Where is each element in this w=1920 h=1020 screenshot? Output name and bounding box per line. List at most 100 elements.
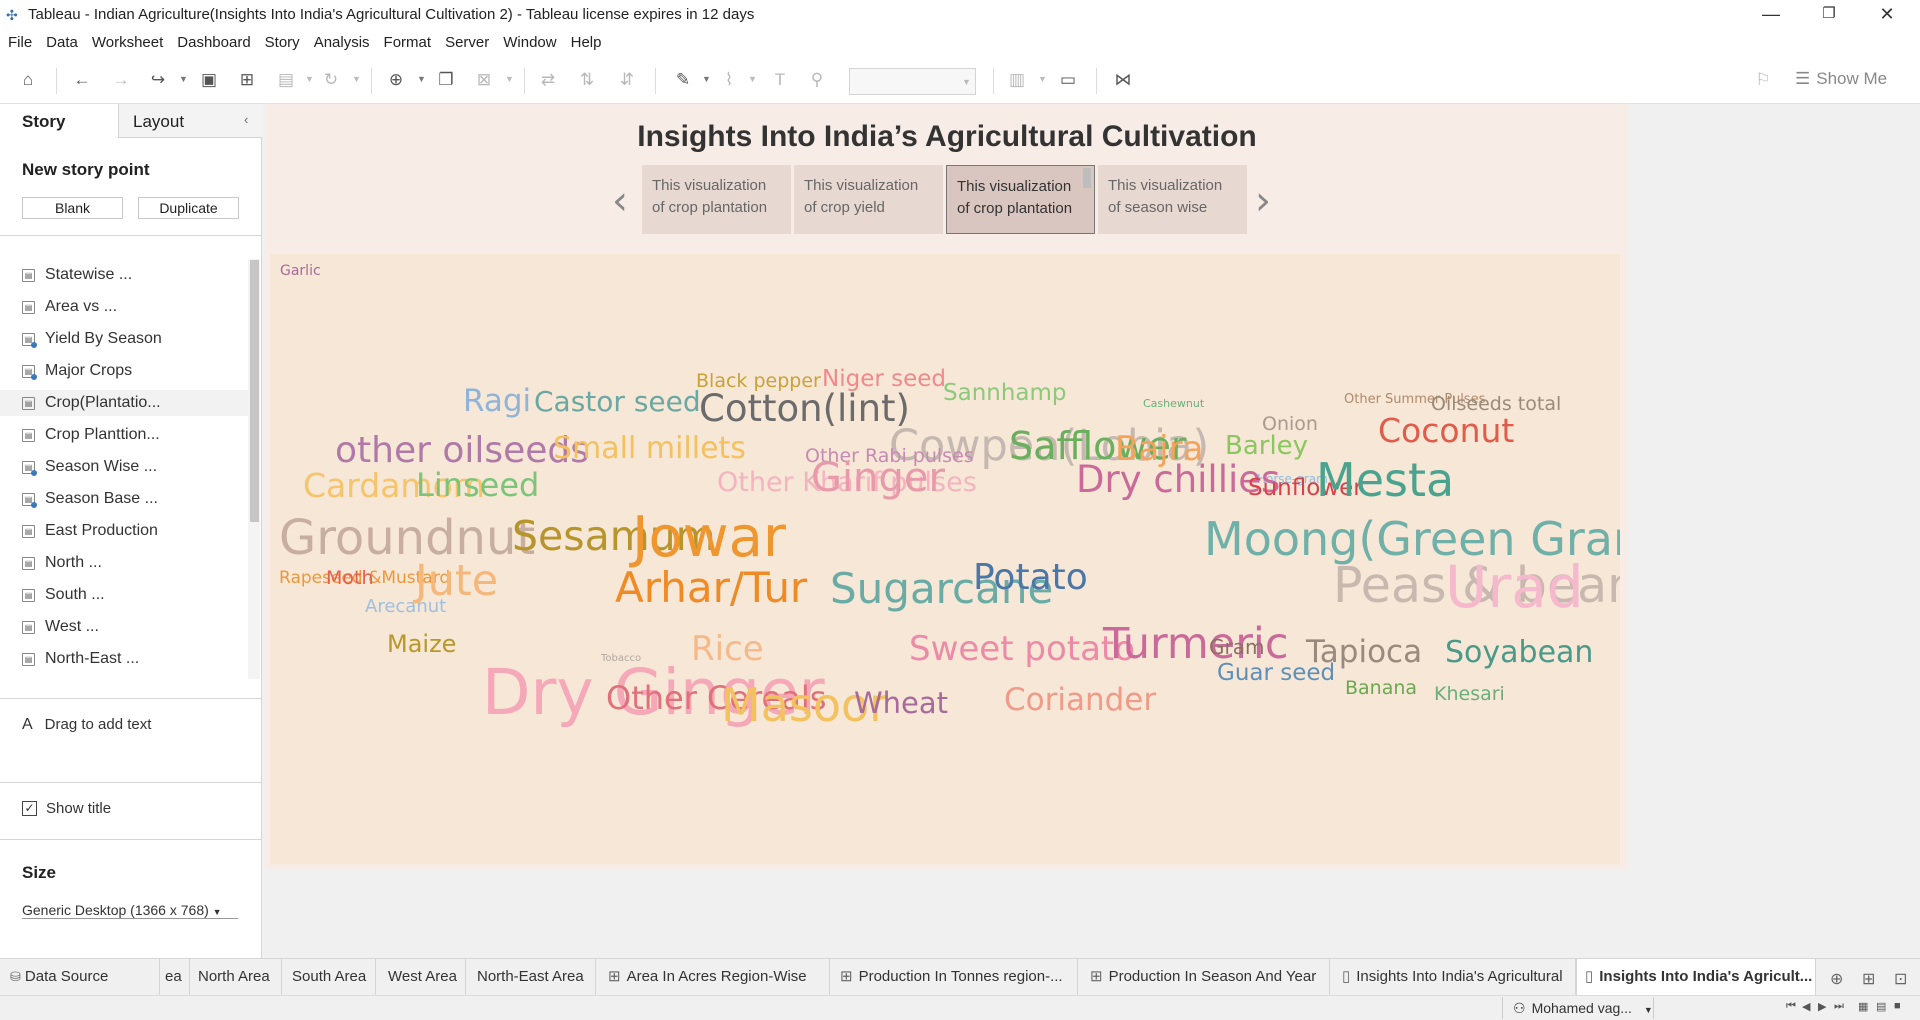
- next-story-point-icon[interactable]: ›: [1255, 178, 1271, 224]
- duplicate-button[interactable]: Duplicate: [138, 197, 239, 219]
- share-icon[interactable]: ⋈: [1112, 69, 1134, 91]
- word-cloud-term[interactable]: Castor seed: [534, 388, 701, 416]
- show-title-checkbox[interactable]: ✓ Show title: [22, 800, 111, 817]
- undo-icon[interactable]: ←: [71, 69, 93, 91]
- word-cloud-term[interactable]: Cashewnut: [1143, 398, 1204, 409]
- word-cloud-term[interactable]: Gram: [1209, 637, 1264, 657]
- tab-area-partial[interactable]: ea: [160, 959, 190, 995]
- menu-dashboard[interactable]: Dashboard: [177, 34, 250, 51]
- word-cloud-term[interactable]: Jute: [415, 560, 498, 603]
- show-sheet-sorter-icon[interactable]: ▤: [1876, 1000, 1886, 1013]
- sheet-item[interactable]: ▤ Yield By Season: [22, 326, 244, 352]
- chevron-down-icon[interactable]: ▼: [505, 74, 514, 84]
- close-button[interactable]: ✕: [1859, 0, 1915, 29]
- menu-file[interactable]: File: [8, 34, 32, 51]
- tab-south-area[interactable]: South Area: [282, 959, 376, 995]
- sheet-item[interactable]: ▤ North ...: [22, 550, 244, 576]
- word-cloud-term[interactable]: Arhar/Tur: [615, 567, 807, 609]
- sort-descending-icon[interactable]: ⇵: [616, 69, 638, 91]
- save-icon[interactable]: ▣: [198, 69, 220, 91]
- word-cloud-term[interactable]: Coriander: [1004, 685, 1156, 716]
- word-cloud-term[interactable]: other oilseeds: [335, 433, 589, 469]
- word-cloud-term[interactable]: Barley: [1225, 433, 1308, 459]
- word-cloud-term[interactable]: Banana: [1345, 679, 1417, 698]
- word-cloud-term[interactable]: Potato: [973, 560, 1088, 596]
- tab-area-in-acres-region-wise[interactable]: ⊞ Area In Acres Region-Wise: [596, 959, 830, 995]
- sheet-item[interactable]: ▤ West ...: [22, 614, 244, 640]
- word-cloud-term[interactable]: Sweet potato: [909, 632, 1135, 666]
- group-icon[interactable]: ⌇: [718, 69, 740, 91]
- word-cloud-term[interactable]: Khesari: [1434, 685, 1505, 704]
- tab-north-east-area[interactable]: North-East Area: [466, 959, 596, 995]
- clear-sheet-icon[interactable]: ⊠: [473, 69, 495, 91]
- redo-icon[interactable]: →: [110, 69, 132, 91]
- menu-worksheet[interactable]: Worksheet: [92, 34, 163, 51]
- pin-icon[interactable]: ⚲: [806, 69, 828, 91]
- tab-west-area[interactable]: West Area: [376, 959, 466, 995]
- sheet-item[interactable]: ▤ Statewise ...: [22, 262, 244, 288]
- size-select[interactable]: Generic Desktop (1366 x 768) ▼: [22, 902, 238, 919]
- menu-analysis[interactable]: Analysis: [314, 34, 370, 51]
- chevron-down-icon[interactable]: ▼: [305, 74, 314, 84]
- previous-story-point-icon[interactable]: ‹: [612, 178, 628, 224]
- sheet-item[interactable]: ▤ South ...: [22, 582, 244, 608]
- tab-layout[interactable]: Layout: [118, 104, 262, 138]
- chevron-down-icon[interactable]: ▼: [1038, 74, 1047, 84]
- tab-data-source[interactable]: ⛁ Data Source: [0, 959, 160, 995]
- tab-production-in-season-and-year[interactable]: ⊞ Production In Season And Year: [1078, 959, 1330, 995]
- word-cloud-term[interactable]: Ginger: [811, 458, 945, 498]
- story-point-2[interactable]: This visualization of crop yield: [794, 165, 943, 234]
- labels-icon[interactable]: T: [769, 69, 791, 91]
- word-cloud-term[interactable]: Urad: [1445, 558, 1584, 616]
- word-cloud-term[interactable]: Small millets: [553, 434, 746, 464]
- word-cloud-term[interactable]: Soyabean: [1445, 638, 1593, 668]
- duplicate-sheet-icon[interactable]: ❐: [435, 69, 457, 91]
- word-cloud-term[interactable]: Jowar: [632, 510, 786, 566]
- sort-ascending-icon[interactable]: ⇅: [576, 69, 598, 91]
- tab-insights-story-active[interactable]: ▯ Insights Into India's Agricult...: [1576, 959, 1816, 995]
- word-cloud-term[interactable]: Linseed: [416, 469, 539, 501]
- word-cloud-term[interactable]: Maize: [387, 632, 456, 656]
- show-filmstrip-icon[interactable]: ▦: [1858, 1000, 1868, 1013]
- tab-north-area[interactable]: North Area: [190, 959, 282, 995]
- chevron-down-icon[interactable]: ▼: [179, 74, 188, 84]
- menu-format[interactable]: Format: [384, 34, 432, 51]
- sheet-item[interactable]: ▤ Season Wise ...: [22, 454, 244, 480]
- new-story-icon[interactable]: ⊡: [1894, 969, 1907, 989]
- sheet-item[interactable]: ▤ North-East ...: [22, 646, 244, 672]
- word-cloud-term[interactable]: Moth: [326, 569, 374, 588]
- new-data-source-icon[interactable]: ⊕: [1830, 969, 1843, 989]
- sheet-item[interactable]: ▤ Area vs ...: [22, 294, 244, 320]
- menu-data[interactable]: Data: [46, 34, 78, 51]
- word-cloud-term[interactable]: Tapioca: [1306, 637, 1422, 668]
- menu-server[interactable]: Server: [445, 34, 489, 51]
- chevron-down-icon[interactable]: ▼: [417, 74, 426, 84]
- word-cloud-term[interactable]: Mesta: [1316, 457, 1454, 503]
- show-tabs-icon[interactable]: ■: [1894, 1000, 1901, 1012]
- fit-dropdown[interactable]: ▼: [849, 68, 976, 95]
- drag-to-add-text[interactable]: A Drag to add text: [22, 716, 151, 734]
- format-painter-icon[interactable]: ⚐: [1752, 69, 1774, 91]
- new-data-source-icon[interactable]: ⊞: [236, 69, 258, 91]
- show-me-button[interactable]: ☰ Show Me: [1795, 69, 1887, 89]
- story-point-4[interactable]: This visualization of season wise: [1098, 165, 1247, 234]
- restore-button[interactable]: ❐: [1801, 0, 1857, 29]
- word-cloud-term[interactable]: Garlic: [280, 264, 321, 278]
- drag-handle[interactable]: [1083, 168, 1091, 188]
- word-cloud-term[interactable]: Cotton(lint): [699, 390, 910, 427]
- word-cloud-term[interactable]: Groundnut: [279, 514, 535, 562]
- presentation-mode-icon[interactable]: ▭: [1057, 69, 1079, 91]
- story-point-3-active[interactable]: This visualization of crop plantation: [946, 165, 1095, 234]
- new-worksheet-icon[interactable]: ⊕: [385, 69, 407, 91]
- refresh-icon[interactable]: ↻: [320, 69, 342, 91]
- sheet-item[interactable]: ▤ Crop(Plantatio...: [0, 390, 248, 416]
- collapse-panel-icon[interactable]: ‹: [244, 112, 248, 127]
- show-mark-labels-icon[interactable]: ▥: [1006, 69, 1028, 91]
- menu-window[interactable]: Window: [503, 34, 556, 51]
- user-menu[interactable]: ⚇ Mohamed vag... ▼: [1502, 997, 1654, 1019]
- menu-story[interactable]: Story: [265, 34, 300, 51]
- highlight-icon[interactable]: ✎: [672, 69, 694, 91]
- home-icon[interactable]: ⌂: [17, 69, 39, 91]
- word-cloud-term[interactable]: Sannhamp: [943, 382, 1067, 405]
- story-point-1[interactable]: This visualization of crop plantation: [642, 165, 791, 234]
